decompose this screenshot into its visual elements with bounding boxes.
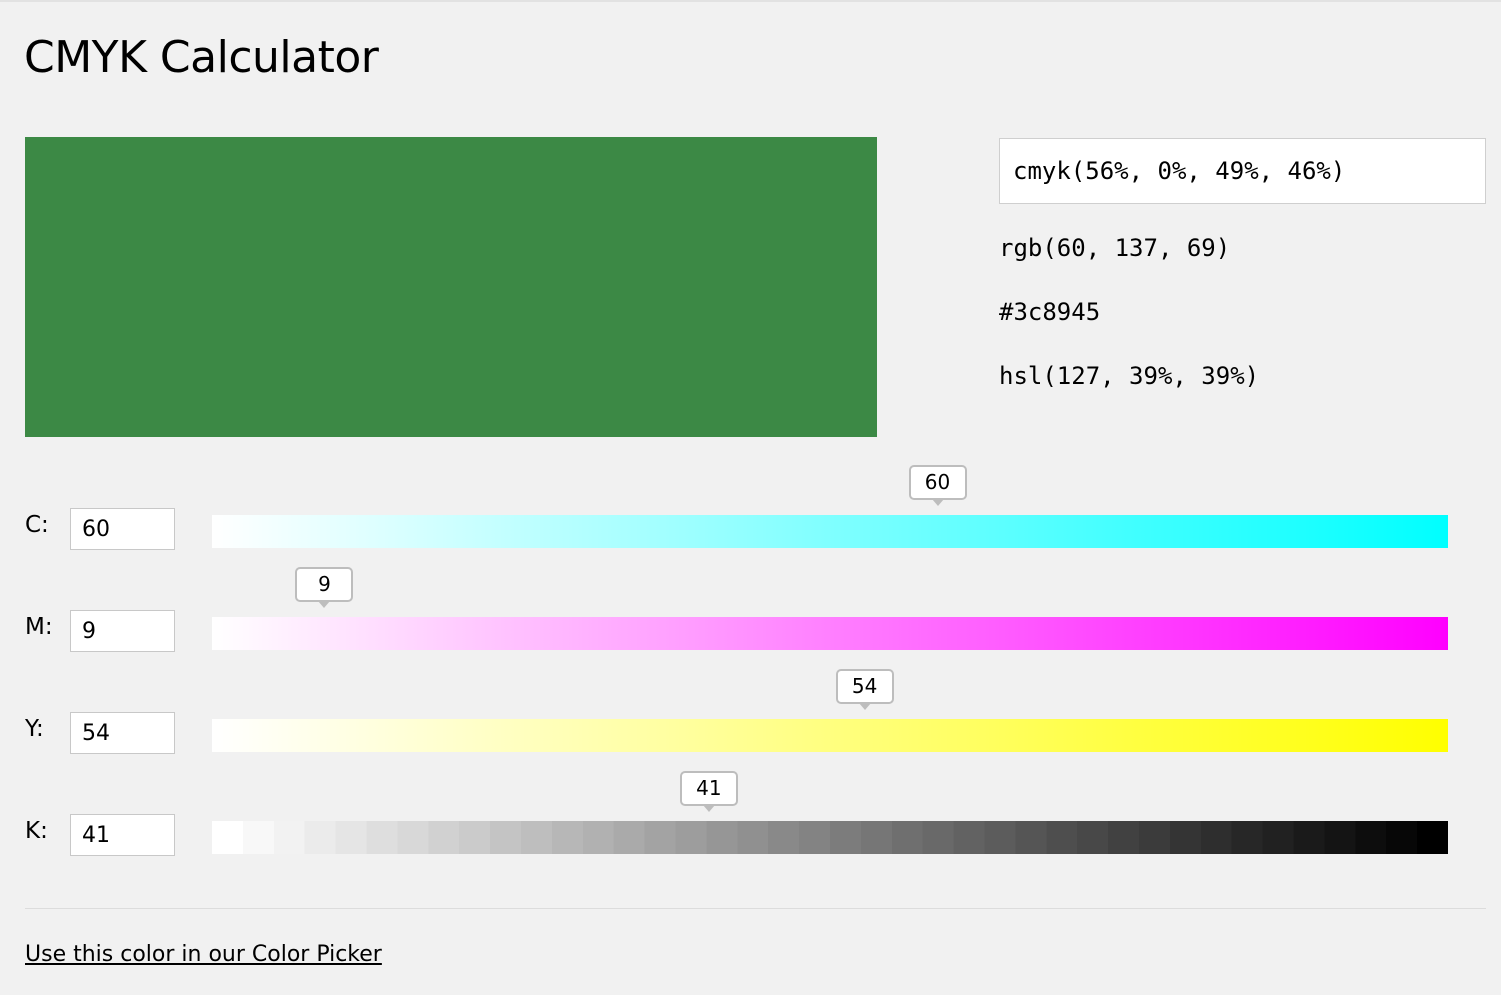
hsl-value: hsl(127, 39%, 39%): [999, 362, 1260, 390]
black-slider-track[interactable]: 41: [212, 771, 1448, 854]
magenta-row: M: 9: [0, 567, 1501, 670]
cyan-slider-handle[interactable]: 60: [908, 465, 967, 506]
cyan-label: C:: [25, 512, 49, 538]
black-row: K: 41: [0, 771, 1501, 874]
cyan-slider-track[interactable]: 60: [212, 465, 1448, 548]
rgb-value: rgb(60, 137, 69): [999, 234, 1231, 262]
cyan-input[interactable]: [70, 508, 175, 550]
magenta-label: M:: [25, 614, 53, 640]
color-swatch: [25, 137, 877, 437]
color-picker-link[interactable]: Use this color in our Color Picker: [25, 940, 382, 970]
cmyk-input[interactable]: [999, 138, 1486, 204]
yellow-slider-handle[interactable]: 54: [835, 669, 894, 710]
hex-value: #3c8945: [999, 298, 1101, 326]
yellow-row: Y: 54: [0, 669, 1501, 772]
black-slider-handle[interactable]: 41: [679, 771, 738, 812]
magenta-slider-track[interactable]: 9: [212, 567, 1448, 650]
divider: [25, 908, 1486, 909]
yellow-label: Y:: [25, 716, 44, 742]
cyan-row: C: 60: [0, 465, 1501, 568]
page-title: CMYK Calculator: [24, 32, 379, 83]
magenta-slider-handle[interactable]: 9: [295, 567, 354, 608]
top-border: [0, 0, 1501, 2]
yellow-input[interactable]: [70, 712, 175, 754]
magenta-input[interactable]: [70, 610, 175, 652]
black-input[interactable]: [70, 814, 175, 856]
yellow-slider-track[interactable]: 54: [212, 669, 1448, 752]
black-label: K:: [25, 818, 48, 844]
